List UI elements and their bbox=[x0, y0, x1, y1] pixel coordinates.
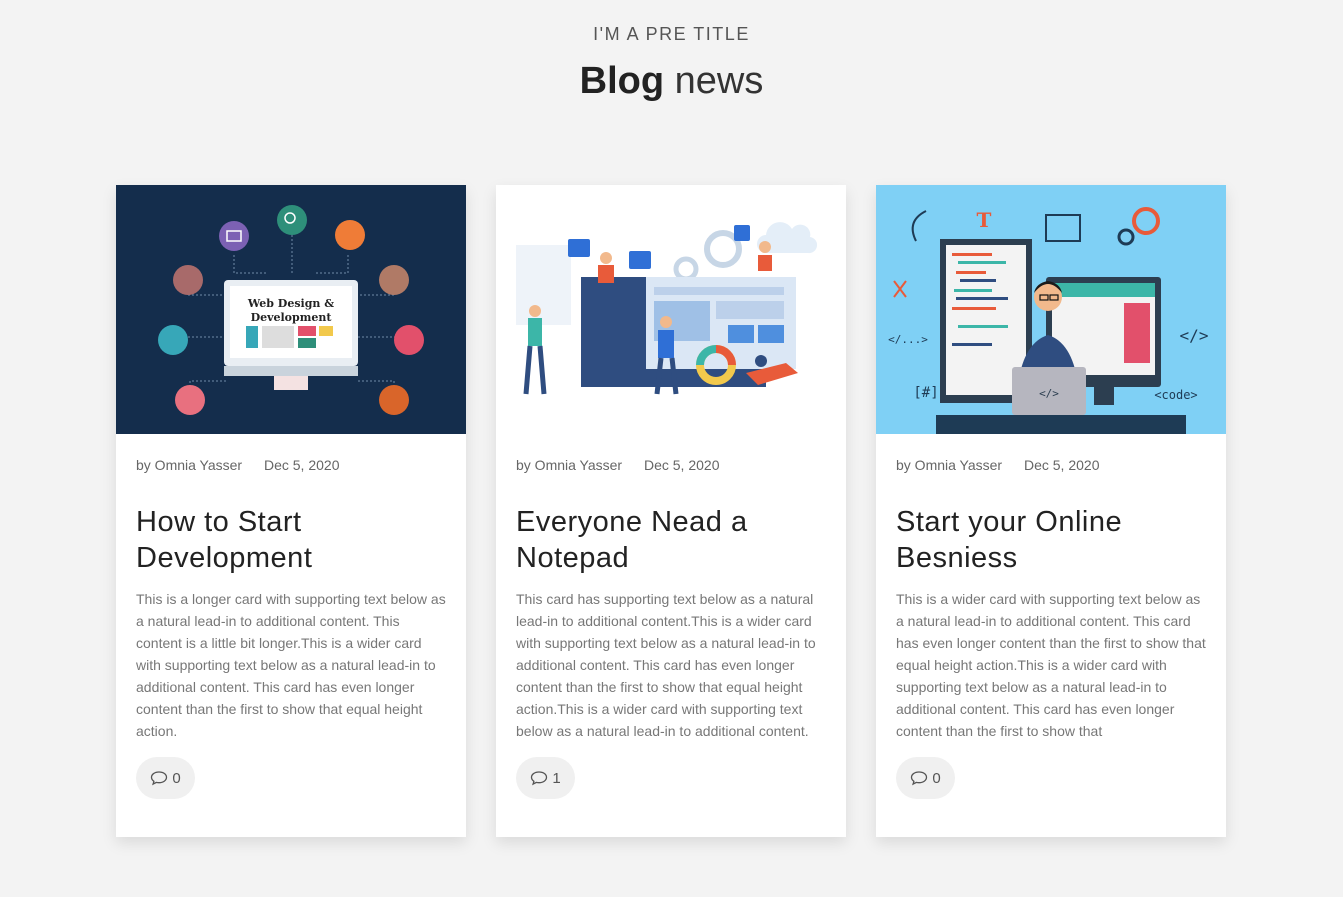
post-title[interactable]: Everyone Nead a Notepad bbox=[516, 504, 836, 576]
svg-text:</>: </> bbox=[1180, 326, 1209, 345]
post-title[interactable]: How to Start Development bbox=[136, 504, 456, 576]
post-date: Dec 5, 2020 bbox=[1023, 457, 1100, 473]
post-excerpt: This is a longer card with supporting te… bbox=[136, 591, 446, 739]
svg-text:T: T bbox=[977, 208, 992, 232]
blog-card[interactable]: Web Design & Development by Omnia Yasser… bbox=[116, 185, 466, 837]
blog-card[interactable]: by Omnia Yasser Dec 5, 2020 Everyone Nea… bbox=[496, 185, 846, 837]
title-light: news bbox=[674, 60, 764, 102]
svg-text:[#]: [#] bbox=[913, 385, 938, 401]
post-meta: by Omnia Yasser Dec 5, 2020 bbox=[896, 457, 1099, 473]
post-date: Dec 5, 2020 bbox=[263, 457, 340, 473]
post-meta: by Omnia Yasser Dec 5, 2020 bbox=[516, 457, 719, 473]
post-excerpt: This is a wider card with supporting tex… bbox=[896, 591, 1206, 739]
comment-count: 1 bbox=[552, 769, 561, 787]
comment-count: 0 bbox=[932, 769, 941, 787]
web-design-development-illustration[interactable]: Web Design & Development bbox=[116, 185, 466, 434]
post-excerpt: This card has supporting text below as a… bbox=[516, 591, 816, 739]
post-author: by Omnia Yasser bbox=[516, 457, 623, 473]
image-caption-line2: Development bbox=[251, 311, 333, 324]
section-header: I'M A PRE TITLE Blog news bbox=[0, 24, 1343, 103]
comments-button[interactable]: 0 bbox=[136, 757, 195, 799]
blog-card[interactable]: </> <code> </> </...> [#] T by Omnia Yas… bbox=[876, 185, 1226, 837]
post-title[interactable]: Start your Online Besniess bbox=[896, 504, 1216, 576]
comment-icon bbox=[531, 771, 548, 786]
developer-at-laptop-illustration[interactable]: </> <code> </> </...> [#] T bbox=[876, 185, 1226, 434]
image-code-label: <code> bbox=[1154, 388, 1197, 402]
comment-icon bbox=[151, 771, 168, 786]
post-meta: by Omnia Yasser Dec 5, 2020 bbox=[136, 457, 339, 473]
comment-icon bbox=[911, 771, 928, 786]
svg-text:</...>: </...> bbox=[888, 333, 928, 346]
post-author: by Omnia Yasser bbox=[896, 457, 1003, 473]
svg-text:</>: </> bbox=[1039, 387, 1059, 400]
post-date: Dec 5, 2020 bbox=[643, 457, 720, 473]
comment-count: 0 bbox=[172, 769, 181, 787]
team-coding-illustration[interactable] bbox=[496, 185, 846, 434]
post-author: by Omnia Yasser bbox=[136, 457, 243, 473]
page-title: Blog news bbox=[0, 59, 1343, 103]
comments-button[interactable]: 0 bbox=[896, 757, 955, 799]
title-strong: Blog bbox=[579, 60, 665, 102]
pre-title: I'M A PRE TITLE bbox=[593, 24, 750, 44]
image-caption-line1: Web Design & bbox=[247, 297, 334, 310]
comments-button[interactable]: 1 bbox=[516, 757, 575, 799]
